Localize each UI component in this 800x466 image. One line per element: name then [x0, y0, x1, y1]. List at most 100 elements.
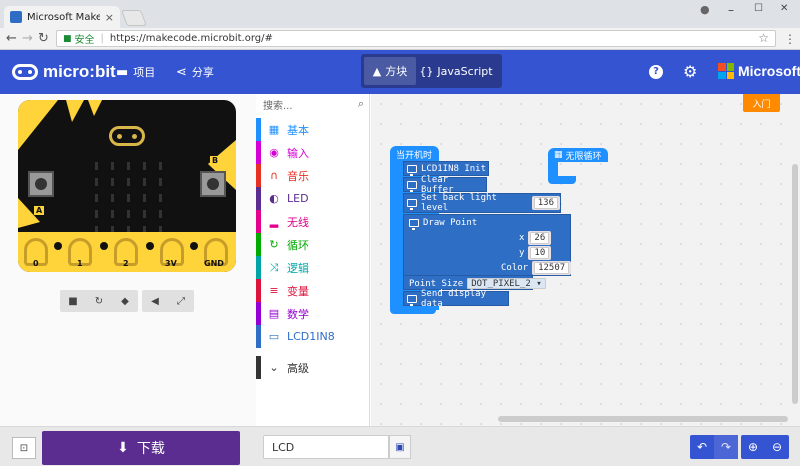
- monitor-icon: [407, 199, 417, 210]
- point-size-dropdown[interactable]: DOT_PIXEL_2 ▾: [467, 278, 546, 289]
- tab-blocks[interactable]: ▲ 方块: [364, 57, 416, 85]
- category-label: 逻辑: [287, 261, 309, 275]
- microbit-board: A B 0 1 2 3V GND: [18, 100, 236, 272]
- minimize-button[interactable]: –: [728, 3, 734, 17]
- y-slot: 10: [528, 245, 552, 260]
- pin-hole-icon: [100, 242, 108, 250]
- vertical-scrollbar[interactable]: [792, 164, 798, 404]
- share-label: 分享: [191, 66, 214, 79]
- share-button[interactable]: ⋖ 分享: [176, 64, 214, 80]
- app-header: micro:bit ▬ 项目 ⋖ 分享 ▲ 方块 {} JavaScript ?…: [0, 50, 800, 94]
- set-backlight-label: Set back light level: [421, 193, 497, 213]
- maximize-button[interactable]: ☐: [754, 3, 763, 14]
- clear-buffer-block[interactable]: Clear Buffer: [403, 175, 487, 195]
- fullscreen-icon[interactable]: ⤢: [168, 290, 194, 312]
- help-icon[interactable]: ?: [649, 65, 663, 79]
- microbit-logo[interactable]: micro:bit: [12, 62, 116, 82]
- horizontal-scrollbar[interactable]: [498, 416, 788, 422]
- getting-started-button[interactable]: 入门: [743, 94, 780, 112]
- grid-icon: ▦: [554, 150, 563, 160]
- send-display-label: Send display data: [421, 288, 487, 309]
- set-backlight-block[interactable]: Set back light level 136: [403, 193, 561, 213]
- loop-icon: ↻: [269, 238, 279, 251]
- category-loops[interactable]: ↻ 循环: [256, 233, 370, 256]
- stop-icon[interactable]: ■: [60, 290, 86, 312]
- zoom-in-icon[interactable]: ⊕: [741, 435, 765, 459]
- back-arrow-icon[interactable]: ←: [6, 31, 17, 46]
- close-window-button[interactable]: ✕: [780, 3, 788, 14]
- category-advanced[interactable]: ⌄ 高级: [256, 356, 370, 379]
- new-tab-button[interactable]: [121, 10, 147, 26]
- lines-icon: ≡: [269, 284, 279, 297]
- tab-javascript-label: JavaScript: [437, 64, 493, 78]
- toggle-simulator-button[interactable]: ⊡: [12, 437, 36, 459]
- button-a-label: A: [34, 206, 45, 215]
- category-variables[interactable]: ≡ 变量: [256, 279, 370, 302]
- category-label: 输入: [287, 146, 309, 160]
- profile-icon[interactable]: ●: [700, 3, 710, 16]
- chevron-down-icon: ⌄: [269, 361, 279, 374]
- pin-2-label: 2: [123, 259, 129, 268]
- category-input[interactable]: ◉ 输入: [256, 141, 370, 164]
- tab-close-icon[interactable]: ×: [105, 11, 114, 24]
- projects-button[interactable]: ▬ 项目: [116, 64, 155, 80]
- browser-menu-icon[interactable]: ⋮: [784, 32, 796, 46]
- category-label: 音乐: [287, 169, 309, 183]
- reload-icon[interactable]: ↻: [38, 31, 49, 46]
- category-lcd1in8[interactable]: ▭ LCD1IN8: [256, 325, 370, 348]
- forward-arrow-icon[interactable]: →: [22, 31, 33, 46]
- tab-title: Microsoft MakeCod: [27, 11, 100, 23]
- monitor-icon: ▭: [268, 330, 280, 343]
- redo-icon[interactable]: ↷: [714, 435, 738, 459]
- zoom-out-icon[interactable]: ⊖: [765, 435, 789, 459]
- button-b[interactable]: [200, 171, 226, 197]
- category-label: 循环: [287, 238, 309, 252]
- draw-point-header: Draw Point: [406, 215, 477, 230]
- search-icon[interactable]: ⌕: [358, 97, 364, 111]
- download-button[interactable]: ⬇ 下载: [42, 431, 240, 465]
- color-label: Color: [501, 262, 529, 273]
- button-a[interactable]: [28, 171, 54, 197]
- settings-gear-icon[interactable]: ⚙: [683, 62, 697, 81]
- edge-connector: 0 1 2 3V GND: [18, 232, 236, 272]
- search-input[interactable]: 搜索...: [263, 97, 293, 112]
- forever-label: 无限循环: [565, 151, 602, 162]
- toolbox-search[interactable]: 搜索... ⌕: [256, 94, 370, 114]
- simulator-panel: A B 0 1 2 3V GND ■ ↻ ◆ ◀ ⤢: [0, 94, 256, 426]
- simulator-toolbar: ■ ↻ ◆ ◀ ⤢: [60, 290, 194, 312]
- monitor-icon: [409, 218, 419, 230]
- x-value-field[interactable]: 26: [530, 231, 550, 244]
- microsoft-logo[interactable]: Microsoft: [718, 63, 800, 79]
- category-music[interactable]: ∩ 音乐: [256, 164, 370, 187]
- zoom-group: ⊕ ⊖: [741, 435, 789, 459]
- editor-mode-switch: ▲ 方块 {} JavaScript: [361, 54, 502, 88]
- pin-hole-icon: [190, 242, 198, 250]
- category-radio[interactable]: ▂ 无线: [256, 210, 370, 233]
- forever-block[interactable]: ▦ 无限循环: [548, 148, 608, 162]
- backlight-value-field[interactable]: 136: [533, 197, 558, 209]
- browser-tab[interactable]: Microsoft MakeCod ×: [4, 6, 120, 28]
- category-math[interactable]: ▤ 数学: [256, 302, 370, 325]
- y-value-field[interactable]: 10: [530, 246, 550, 259]
- share-icon: ⋖: [176, 64, 187, 80]
- pin-hole-icon: [146, 242, 154, 250]
- send-display-block[interactable]: Send display data: [403, 288, 509, 309]
- category-logic[interactable]: ⤨ 逻辑: [256, 256, 370, 279]
- grid-icon: ▦: [268, 123, 280, 136]
- category-label: 变量: [287, 284, 309, 298]
- slow-motion-icon[interactable]: ◆: [112, 290, 138, 312]
- board-logo-icon: [109, 126, 145, 146]
- mute-icon[interactable]: ◀: [142, 290, 168, 312]
- url-field[interactable]: ■ 安全 | https://makecode.microbit.org/# ☆: [56, 30, 776, 47]
- undo-icon[interactable]: ↶: [690, 435, 714, 459]
- save-icon[interactable]: ▣: [389, 435, 411, 459]
- bookmark-star-icon[interactable]: ☆: [758, 31, 769, 45]
- category-led[interactable]: ◐ LED: [256, 187, 370, 210]
- color-value-field[interactable]: 12507: [534, 261, 570, 274]
- undo-redo-group: ↶ ↷: [690, 435, 738, 459]
- category-basic[interactable]: ▦ 基本: [256, 118, 370, 141]
- restart-icon[interactable]: ↻: [86, 290, 112, 312]
- tab-javascript[interactable]: {} JavaScript: [416, 57, 496, 85]
- project-name-input[interactable]: LCD: [263, 435, 389, 459]
- address-bar-row: ← → ↻ ■ 安全 | https://makecode.microbit.o…: [0, 28, 800, 50]
